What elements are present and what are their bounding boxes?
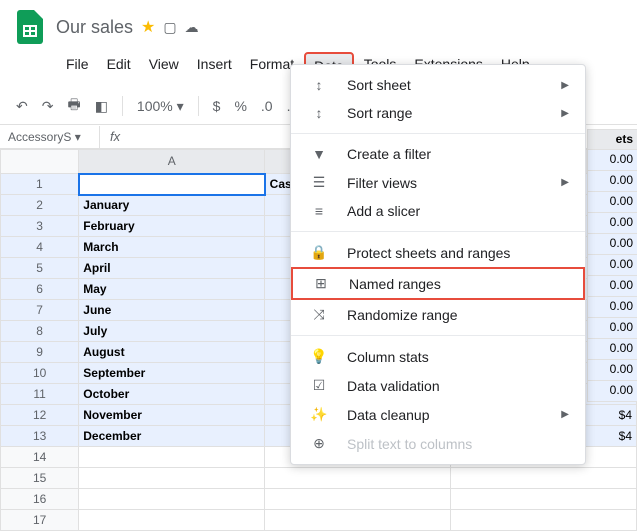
far-cell[interactable]: 0.00	[587, 381, 637, 402]
menu-insert[interactable]: Insert	[189, 52, 240, 80]
sort-range-item[interactable]: ↕Sort range▶	[291, 99, 585, 127]
column-stats-item[interactable]: 💡Column stats	[291, 342, 585, 371]
add-slicer-item[interactable]: ≡Add a slicer	[291, 197, 585, 225]
table-row: 16	[1, 489, 637, 510]
far-cell[interactable]: 0.00	[587, 276, 637, 297]
create-filter-item[interactable]: ▼Create a filter	[291, 140, 585, 168]
menu-edit[interactable]: Edit	[99, 52, 139, 80]
far-cell[interactable]: 0.00	[587, 150, 637, 171]
fx-label: fx	[100, 125, 130, 148]
far-cell[interactable]: 0.00	[587, 171, 637, 192]
table-row: 17	[1, 510, 637, 531]
sheets-logo[interactable]	[16, 8, 44, 46]
chevron-right-icon: ▶	[561, 108, 569, 119]
sort-icon: ↕	[307, 77, 331, 93]
named-ranges-icon: ⊞	[309, 275, 333, 292]
currency-icon[interactable]: $	[213, 98, 221, 114]
far-cell[interactable]: 0.00	[587, 192, 637, 213]
validation-icon: ☑	[307, 377, 331, 394]
far-cell[interactable]: 0.00	[587, 339, 637, 360]
protect-item[interactable]: 🔒Protect sheets and ranges	[291, 238, 585, 267]
table-row: 15	[1, 468, 637, 489]
paint-icon[interactable]: ◧	[95, 98, 108, 115]
menu-file[interactable]: File	[58, 52, 97, 80]
data-validation-item[interactable]: ☑Data validation	[291, 371, 585, 400]
far-cell[interactable]: 0.00	[587, 213, 637, 234]
slicer-icon: ≡	[307, 203, 331, 219]
far-col-header[interactable]: ets	[587, 129, 637, 150]
decimal-icon[interactable]: .0	[261, 98, 273, 114]
far-cell[interactable]: 0.00	[587, 234, 637, 255]
redo-icon[interactable]: ↷	[42, 98, 54, 115]
split-icon: ⊕	[307, 435, 331, 452]
star-icon[interactable]: ★	[141, 17, 155, 37]
doc-title[interactable]: Our sales	[56, 17, 133, 38]
randomize-item[interactable]: ⤨Randomize range	[291, 300, 585, 329]
sort-icon: ↕	[307, 105, 331, 121]
filter-icon: ▼	[307, 146, 331, 162]
filter-views-icon: ☰	[307, 174, 331, 191]
filter-views-item[interactable]: ☰Filter views▶	[291, 168, 585, 197]
select-all-corner[interactable]	[1, 150, 79, 174]
chevron-right-icon: ▶	[561, 409, 569, 420]
sort-sheet-item[interactable]: ↕Sort sheet▶	[291, 71, 585, 99]
percent-icon[interactable]: %	[234, 98, 246, 114]
shuffle-icon: ⤨	[307, 306, 331, 323]
move-icon[interactable]: ▢	[163, 19, 176, 36]
far-cell[interactable]: 0.00	[587, 318, 637, 339]
lock-icon: 🔒	[307, 244, 331, 261]
zoom-dropdown[interactable]: 100% ▾	[137, 98, 184, 115]
data-menu-dropdown: ↕Sort sheet▶ ↕Sort range▶ ▼Create a filt…	[290, 64, 586, 465]
cleanup-icon: ✨	[307, 406, 331, 423]
cloud-icon[interactable]: ☁	[185, 19, 199, 36]
chevron-right-icon: ▶	[561, 80, 569, 91]
far-cell[interactable]: 0.00	[587, 360, 637, 381]
undo-icon[interactable]: ↶	[16, 98, 28, 115]
menu-view[interactable]: View	[141, 52, 187, 80]
print-icon[interactable]: 🖶	[67, 94, 80, 118]
chevron-right-icon: ▶	[561, 177, 569, 188]
bulb-icon: 💡	[307, 348, 331, 365]
far-cell[interactable]: 0.00	[587, 255, 637, 276]
data-cleanup-item[interactable]: ✨Data cleanup▶	[291, 400, 585, 429]
col-header-a[interactable]: A	[79, 150, 265, 174]
name-box[interactable]: AccessoryS ▾	[0, 126, 100, 148]
named-ranges-item[interactable]: ⊞Named ranges	[291, 267, 585, 300]
split-text-item: ⊕Split text to columns	[291, 429, 585, 458]
far-cell[interactable]: 0.00	[587, 297, 637, 318]
